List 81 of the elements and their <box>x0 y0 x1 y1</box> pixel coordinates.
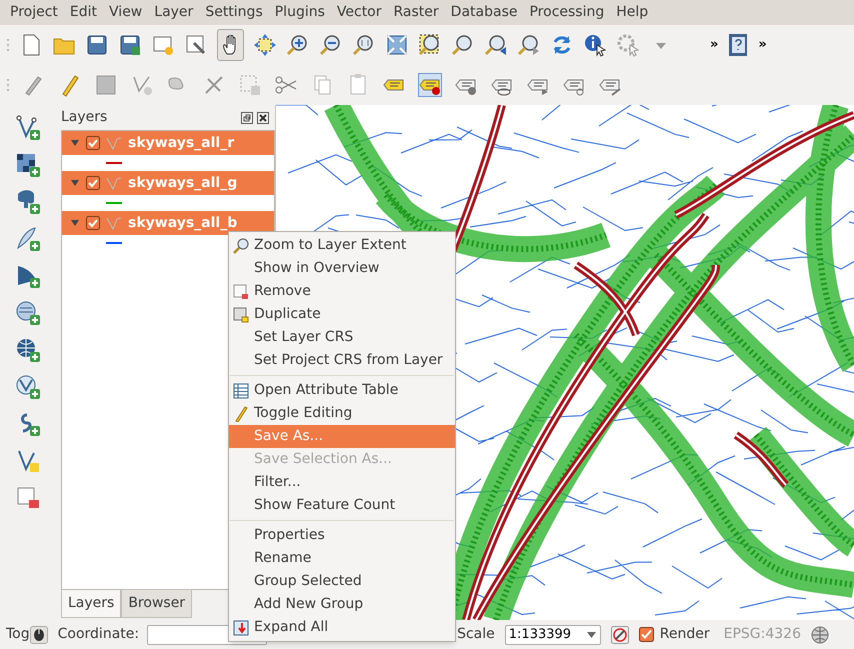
menu-item[interactable]: Toggle Editing <box>229 402 455 425</box>
save-icon[interactable] <box>85 33 109 57</box>
add-raster-layer-icon[interactable] <box>14 152 40 178</box>
zoom-icon <box>233 238 249 254</box>
expand-arrow-icon[interactable] <box>70 178 80 188</box>
toggle-label: Tog <box>6 625 30 644</box>
zoom-next-icon[interactable] <box>517 33 541 57</box>
layer-checkbox[interactable] <box>86 136 100 150</box>
menu-item[interactable]: Layer <box>148 0 200 25</box>
toolbar-overflow[interactable]: » <box>758 35 767 55</box>
toolbar-grip-icon <box>6 77 10 93</box>
panel-tab[interactable]: Layers <box>61 590 122 618</box>
menu-item[interactable]: Show in Overview <box>229 257 455 280</box>
pan-to-selection-icon[interactable] <box>253 33 277 57</box>
menu-item[interactable]: Add New Group <box>229 593 455 616</box>
menu-item[interactable]: Zoom to Layer Extent <box>229 234 455 257</box>
layer-checkbox[interactable] <box>86 216 100 230</box>
menu-item[interactable]: Show Feature Count <box>229 494 455 517</box>
menu-item[interactable]: Properties <box>229 524 455 547</box>
menu-item[interactable]: Open Attribute Table <box>229 379 455 402</box>
add-globe-layer-icon[interactable] <box>14 337 40 363</box>
identify-icon[interactable] <box>583 33 607 57</box>
expand-arrow-icon[interactable] <box>70 218 80 228</box>
render-label: Render <box>660 625 710 644</box>
menu-item[interactable]: Settings <box>199 0 269 25</box>
menu-item[interactable]: Edit <box>64 0 104 25</box>
zoom-full-icon[interactable] <box>385 33 409 57</box>
pencil-icon <box>233 406 249 422</box>
remove-layer-icon <box>233 284 249 300</box>
layout-manager-icon[interactable] <box>184 33 208 57</box>
pan-hand-icon <box>223 35 238 55</box>
close-icon[interactable] <box>257 112 269 124</box>
menu-item[interactable]: Project <box>4 0 64 25</box>
menu-item[interactable]: Plugins <box>268 0 331 25</box>
toggle-extents-button[interactable] <box>30 626 48 644</box>
zoom-last-icon[interactable] <box>484 33 508 57</box>
stop-render-icon[interactable] <box>610 626 629 644</box>
menu-item[interactable]: Filter... <box>229 471 455 494</box>
panel-tab[interactable]: Browser <box>121 589 192 618</box>
toolbar-grip-icon <box>6 37 10 53</box>
menu-item[interactable]: Database <box>444 0 524 25</box>
scale-combo[interactable]: 1:133399 <box>504 624 601 644</box>
pan-button[interactable] <box>217 29 244 61</box>
line-layer-icon <box>106 216 122 230</box>
menu-item[interactable]: Expand All <box>229 616 455 639</box>
duplicate-layer-icon <box>233 306 249 322</box>
add-text-layer-icon[interactable] <box>14 226 40 252</box>
label-pin-icon[interactable] <box>418 73 442 97</box>
add-wfs-layer-icon[interactable] <box>14 374 40 400</box>
menu-item[interactable]: Set Layer CRS <box>229 326 455 349</box>
expand-all-icon <box>233 620 249 636</box>
menu-item[interactable]: Group Selected <box>229 570 455 593</box>
layer-checkbox[interactable] <box>86 176 100 190</box>
caret-icon <box>586 632 596 638</box>
save-as-icon[interactable] <box>118 33 142 57</box>
menu-item[interactable]: View <box>103 0 148 25</box>
menu-item[interactable]: Rename <box>229 547 455 570</box>
menu-item[interactable]: Duplicate <box>229 303 455 326</box>
menu-item[interactable]: Remove <box>229 280 455 303</box>
menu-item[interactable]: Raster <box>388 0 445 25</box>
toolbar-overflow[interactable]: » <box>710 35 718 55</box>
float-icon[interactable] <box>241 112 253 124</box>
menu-item[interactable]: Vector <box>330 0 388 25</box>
coordinate-label: Coordinate: <box>58 625 140 644</box>
mouse-icon <box>32 628 45 642</box>
table-icon <box>233 382 249 398</box>
scale-label: Scale <box>457 625 495 644</box>
run-action-icon[interactable] <box>616 33 640 57</box>
menu-item[interactable]: Processing <box>523 0 610 25</box>
line-layer-icon <box>106 176 122 190</box>
menu-item[interactable]: Help <box>610 0 654 25</box>
line-layer-icon <box>106 136 122 150</box>
panel-title: Layers <box>61 108 108 127</box>
menu-item[interactable]: Set Project CRS from Layer <box>229 349 455 372</box>
expand-arrow-icon[interactable] <box>70 138 80 148</box>
render-checkbox[interactable] <box>638 627 654 642</box>
add-vector-layer-icon[interactable] <box>14 115 40 141</box>
remove-layer-icon[interactable] <box>14 485 40 511</box>
help-book-icon[interactable] <box>727 33 750 57</box>
projection-globe-icon[interactable] <box>810 626 829 644</box>
add-wms-layer-icon[interactable] <box>14 300 40 326</box>
